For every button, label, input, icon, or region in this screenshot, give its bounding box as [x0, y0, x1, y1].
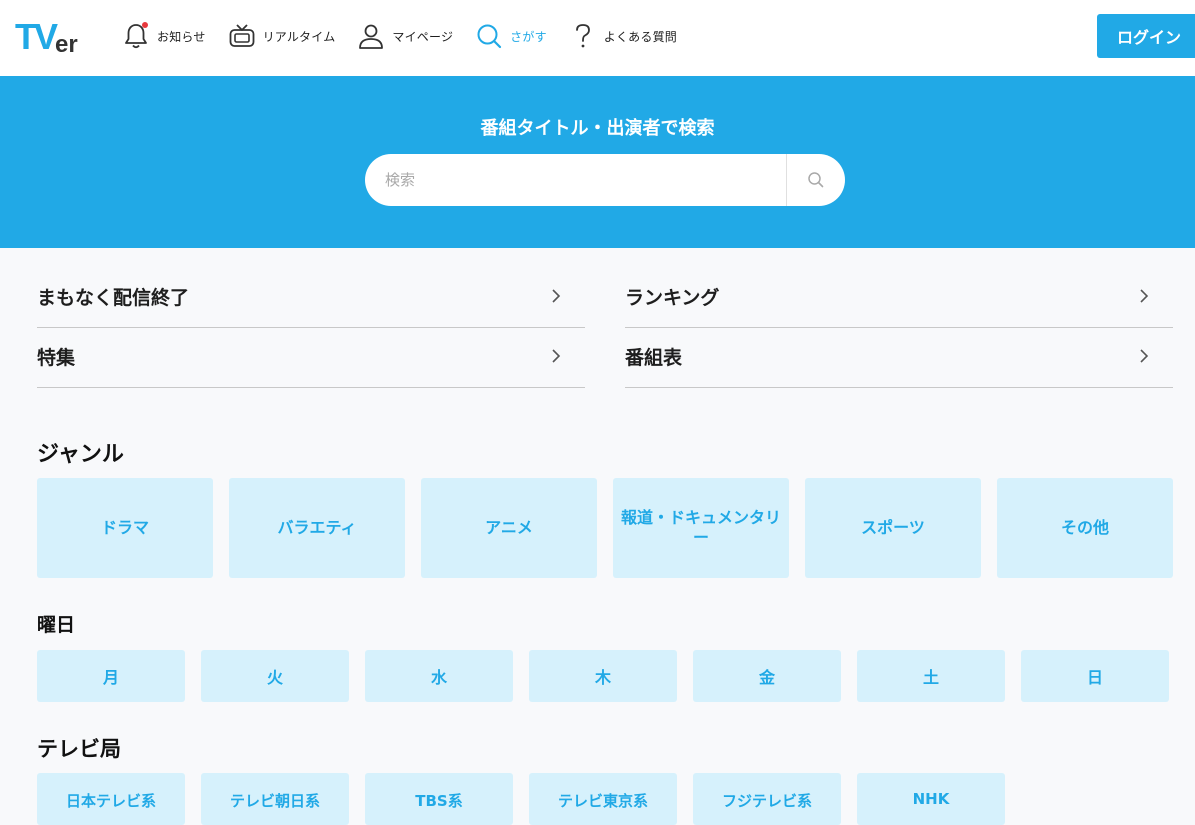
search-icon [475, 22, 503, 50]
nav-item-search[interactable]: さがす [475, 18, 547, 54]
genre-tile-variety[interactable]: バラエティ [229, 478, 405, 578]
day-tile-thursday[interactable]: 木 [529, 650, 677, 702]
weekday-title: 曜日 [37, 614, 76, 636]
search-icon [808, 172, 824, 188]
link-ranking[interactable]: ランキング [625, 268, 1173, 328]
nav-label: お知らせ [157, 29, 206, 44]
link-label: ランキング [625, 287, 720, 309]
link-program-guide[interactable]: 番組表 [625, 328, 1173, 388]
chevron-right-icon [552, 349, 561, 363]
genre-tile-other[interactable]: その他 [997, 478, 1173, 578]
search-input[interactable] [365, 154, 785, 206]
main-nav: お知らせ リアルタイム マイページ さがす よくある質問 [122, 18, 699, 54]
genre-title: ジャンル [37, 442, 124, 467]
genre-tile-documentary[interactable]: 報道・ドキュメンタリー [613, 478, 789, 578]
search-hero: 番組タイトル・出演者で検索 [0, 76, 1195, 248]
search-button[interactable] [787, 154, 845, 206]
search-title: 番組タイトル・出演者で検索 [480, 118, 715, 139]
day-tile-tuesday[interactable]: 火 [201, 650, 349, 702]
bell-icon [122, 22, 150, 50]
tv-tile-tv-asahi[interactable]: テレビ朝日系 [201, 773, 349, 825]
tv-tile-tv-tokyo[interactable]: テレビ東京系 [529, 773, 677, 825]
svg-text:er: er [55, 31, 78, 58]
notification-dot [142, 22, 148, 28]
link-label: 特集 [37, 347, 76, 369]
header: T V er お知らせ リアルタイム マイページ さがす よくある質問 ログイン [0, 0, 1195, 76]
nav-label: さがす [510, 29, 547, 44]
link-features[interactable]: 特集 [37, 328, 585, 388]
tv-tile-tbs[interactable]: TBS系 [365, 773, 513, 825]
search-box [365, 154, 845, 206]
chevron-right-icon [1140, 349, 1149, 363]
tv-tile-ntv[interactable]: 日本テレビ系 [37, 773, 185, 825]
nav-item-faq[interactable]: よくある質問 [569, 18, 677, 54]
nav-label: よくある質問 [603, 29, 677, 44]
day-tile-friday[interactable]: 金 [693, 650, 841, 702]
day-tile-sunday[interactable]: 日 [1021, 650, 1169, 702]
nav-item-mypage[interactable]: マイページ [357, 18, 453, 54]
tv-tile-fuji-tv[interactable]: フジテレビ系 [693, 773, 841, 825]
user-icon [357, 22, 385, 50]
genre-tile-sports[interactable]: スポーツ [805, 478, 981, 578]
nav-label: マイページ [392, 29, 454, 44]
chevron-right-icon [552, 289, 561, 303]
login-button[interactable]: ログイン [1097, 14, 1195, 58]
day-tile-monday[interactable]: 月 [37, 650, 185, 702]
day-tile-wednesday[interactable]: 水 [365, 650, 513, 702]
tv-station-title: テレビ局 [37, 737, 121, 761]
link-label: まもなく配信終了 [37, 287, 190, 309]
day-tile-saturday[interactable]: 土 [857, 650, 1005, 702]
link-label: 番組表 [625, 347, 683, 369]
nav-item-realtime[interactable]: リアルタイム [228, 18, 336, 54]
genre-tile-drama[interactable]: ドラマ [37, 478, 213, 578]
question-icon [569, 22, 597, 50]
link-ending-soon[interactable]: まもなく配信終了 [37, 268, 585, 328]
tver-logo[interactable]: T V er [15, 16, 85, 58]
chevron-right-icon [1140, 289, 1149, 303]
tv-icon [228, 22, 256, 50]
nav-item-notifications[interactable]: お知らせ [122, 18, 206, 54]
tv-tile-nhk[interactable]: NHK [857, 773, 1005, 825]
nav-label: リアルタイム [262, 29, 336, 44]
genre-tile-anime[interactable]: アニメ [421, 478, 597, 578]
